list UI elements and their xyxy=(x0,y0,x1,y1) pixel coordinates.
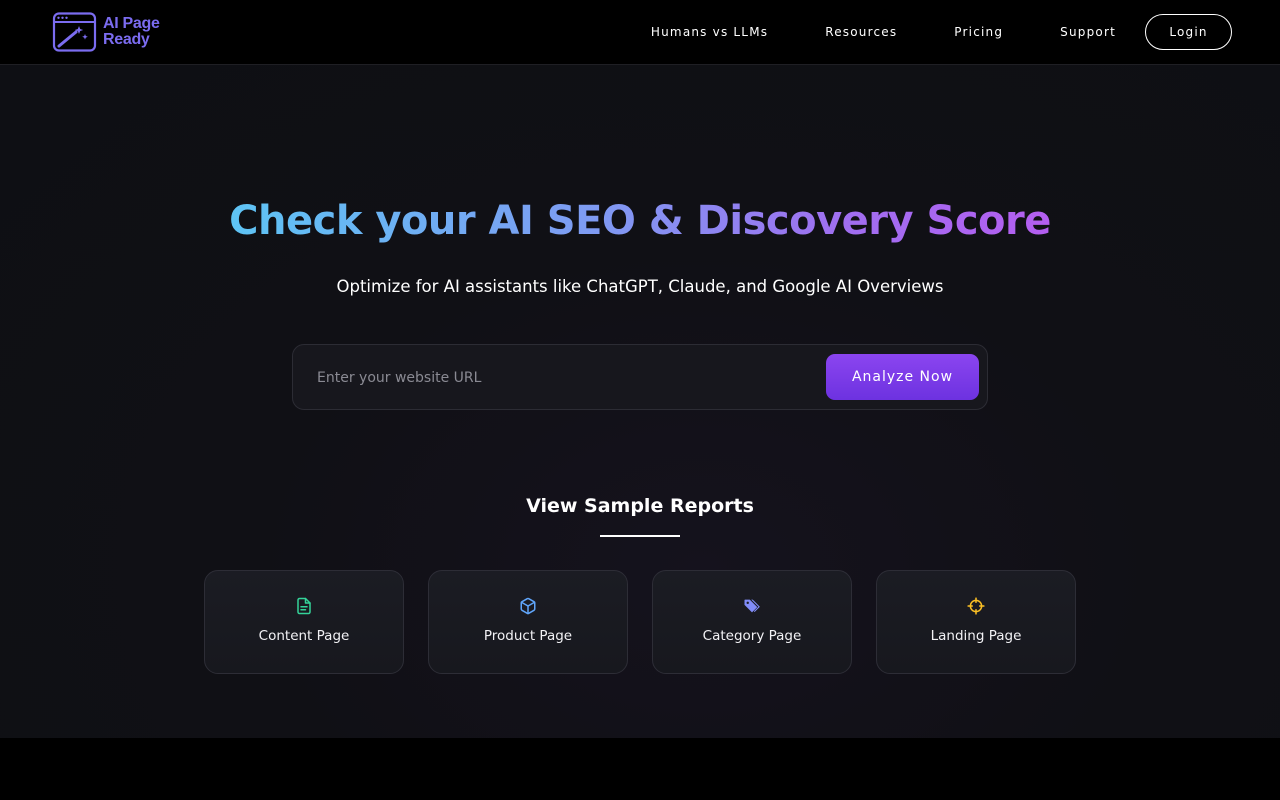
hero-title: Check your AI SEO & Discovery Score xyxy=(0,197,1280,245)
sample-card-landing-page[interactable]: Landing Page xyxy=(876,570,1076,674)
top-navbar: AI Page Ready Humans vs LLMs Resources P… xyxy=(0,0,1280,65)
crosshair-icon xyxy=(966,596,986,616)
logo-text-line1: AI Page xyxy=(103,15,160,32)
sample-card-label: Product Page xyxy=(483,628,573,644)
cube-icon xyxy=(518,596,538,616)
sample-card-label: Content Page xyxy=(258,628,350,644)
tag-icon xyxy=(742,596,762,616)
sample-reports-title: View Sample Reports xyxy=(526,495,754,517)
sample-card-label: Landing Page xyxy=(930,628,1022,644)
sample-reports-underline xyxy=(600,535,680,537)
sample-report-cards: Content Page Product Page Category Page … xyxy=(204,570,1076,674)
logo-text: AI Page Ready xyxy=(103,16,160,48)
nav-resources[interactable]: Resources xyxy=(825,25,897,39)
sample-card-content-page[interactable]: Content Page xyxy=(204,570,404,674)
hero-section: Check your AI SEO & Discovery Score Opti… xyxy=(0,65,1280,738)
sample-card-label: Category Page xyxy=(702,628,802,644)
url-input[interactable] xyxy=(317,361,807,395)
document-icon xyxy=(294,596,314,616)
main-nav: Humans vs LLMs Resources Pricing Support… xyxy=(651,0,1232,64)
logo[interactable]: AI Page Ready xyxy=(52,12,160,52)
hero-subtitle: Optimize for AI assistants like ChatGPT,… xyxy=(336,277,944,296)
nav-humans-vs-llms[interactable]: Humans vs LLMs xyxy=(651,25,768,39)
url-search-form: Analyze Now xyxy=(292,344,988,410)
logo-text-line2: Ready xyxy=(103,31,150,48)
nav-support[interactable]: Support xyxy=(1060,25,1116,39)
login-button[interactable]: Login xyxy=(1145,14,1232,50)
page-bottom-area xyxy=(0,738,1280,800)
hero-title-text: Check your AI SEO & Discovery Score xyxy=(229,198,1051,244)
logo-icon xyxy=(52,12,97,52)
sample-card-product-page[interactable]: Product Page xyxy=(428,570,628,674)
analyze-now-button[interactable]: Analyze Now xyxy=(826,354,979,400)
sample-card-category-page[interactable]: Category Page xyxy=(652,570,852,674)
nav-pricing[interactable]: Pricing xyxy=(954,25,1003,39)
